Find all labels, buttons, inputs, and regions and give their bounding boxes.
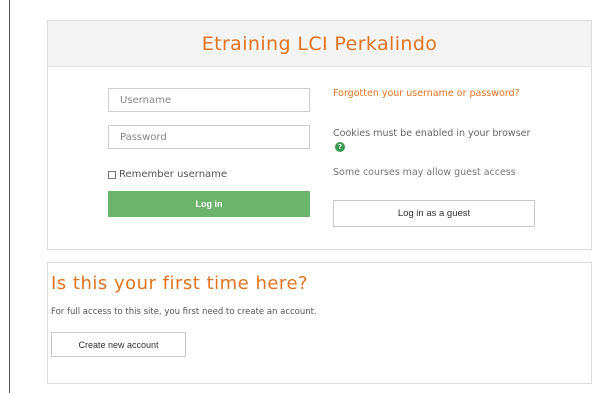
login-button[interactable]: Log in bbox=[108, 191, 310, 217]
signup-panel: Is this your first time here? For full a… bbox=[47, 262, 592, 384]
guest-login-button[interactable]: Log in as a guest bbox=[333, 200, 535, 227]
remember-username[interactable]: Remember username bbox=[108, 169, 227, 180]
guest-note: Some courses may allow guest access bbox=[333, 167, 516, 178]
remember-label: Remember username bbox=[119, 169, 228, 180]
login-panel: Etraining LCI Perkalindo Remember userna… bbox=[47, 20, 592, 250]
cookies-note-text: Cookies must be enabled in your browser bbox=[333, 128, 531, 139]
site-title: Etraining LCI Perkalindo bbox=[201, 32, 438, 55]
signup-title: Is this your first time here? bbox=[51, 273, 309, 294]
signup-text: For full access to this site, you first … bbox=[51, 307, 317, 317]
password-input[interactable] bbox=[120, 131, 309, 143]
login-header: Etraining LCI Perkalindo bbox=[48, 21, 591, 67]
username-input[interactable] bbox=[120, 94, 309, 106]
password-field[interactable] bbox=[108, 125, 310, 149]
create-account-button[interactable]: Create new account bbox=[51, 332, 186, 357]
checkbox-unchecked-icon[interactable] bbox=[108, 170, 116, 179]
forgot-link[interactable]: Forgotten your username or password? bbox=[333, 87, 523, 100]
window-frame-edge bbox=[9, 0, 10, 393]
question-circle-icon[interactable]: ? bbox=[335, 141, 345, 152]
cookies-note: Cookies must be enabled in your browser? bbox=[333, 127, 538, 153]
username-field[interactable] bbox=[108, 88, 310, 112]
